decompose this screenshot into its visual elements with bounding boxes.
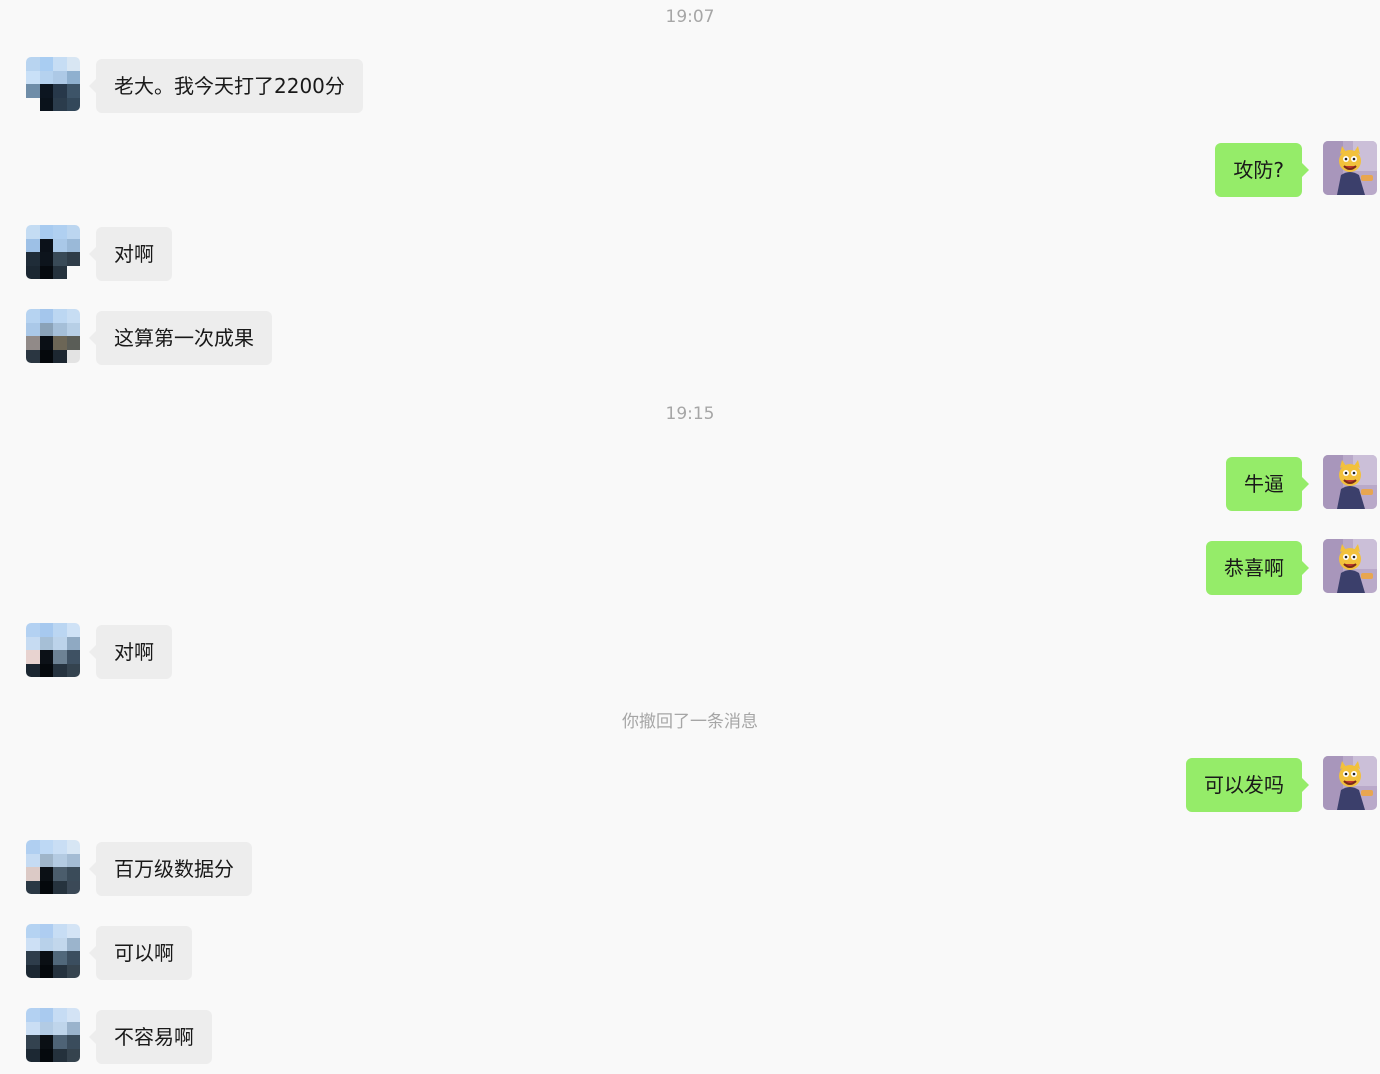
timestamp: 19:15: [665, 404, 715, 424]
message-row-outgoing: 恭喜啊: [0, 539, 1380, 599]
message-bubble[interactable]: 对啊: [89, 227, 172, 281]
message-row-incoming: 可以啊: [0, 924, 1380, 984]
message-row-incoming: 对啊: [0, 225, 1380, 285]
message-row-incoming: 这算第一次成果: [0, 309, 1380, 369]
message-row-incoming: 老大。我今天打了2200分: [0, 57, 1380, 117]
my-avatar-icon[interactable]: [1323, 539, 1377, 593]
timestamp: 19:07: [665, 7, 715, 27]
message-row-outgoing: 可以发吗: [0, 756, 1380, 816]
my-avatar-icon[interactable]: [1323, 455, 1377, 509]
message-row-outgoing: 攻防?: [0, 141, 1380, 201]
contact-avatar-icon[interactable]: [26, 623, 80, 677]
message-row-outgoing: 牛逼: [0, 455, 1380, 515]
my-avatar-icon[interactable]: [1323, 756, 1377, 810]
message-bubble[interactable]: 牛逼: [1226, 457, 1309, 511]
message-bubble[interactable]: 老大。我今天打了2200分: [89, 59, 363, 113]
message-bubble[interactable]: 攻防?: [1215, 143, 1309, 197]
message-bubble[interactable]: 恭喜啊: [1206, 541, 1309, 595]
message-bubble[interactable]: 百万级数据分: [89, 842, 252, 896]
message-row-incoming: 不容易啊: [0, 1008, 1380, 1068]
message-bubble[interactable]: 这算第一次成果: [89, 311, 272, 365]
contact-avatar-icon[interactable]: [26, 1008, 80, 1062]
message-bubble[interactable]: 可以啊: [89, 926, 192, 980]
message-row-incoming: 百万级数据分: [0, 840, 1380, 900]
message-bubble[interactable]: 对啊: [89, 625, 172, 679]
recall-notice: 你撤回了一条消息: [622, 712, 758, 732]
my-avatar-icon[interactable]: [1323, 141, 1377, 195]
chat-message-area[interactable]: 19:07 老大。我今天打了2200分 攻防? 对啊 这算第一次成果 19:15…: [0, 0, 1380, 1074]
contact-avatar-icon[interactable]: [26, 309, 80, 363]
contact-avatar-icon[interactable]: [26, 225, 80, 279]
contact-avatar-icon[interactable]: [26, 840, 80, 894]
contact-avatar-icon[interactable]: [26, 57, 80, 111]
contact-avatar-icon[interactable]: [26, 924, 80, 978]
message-row-incoming: 对啊: [0, 623, 1380, 683]
message-bubble[interactable]: 不容易啊: [89, 1010, 212, 1064]
message-bubble[interactable]: 可以发吗: [1186, 758, 1309, 812]
